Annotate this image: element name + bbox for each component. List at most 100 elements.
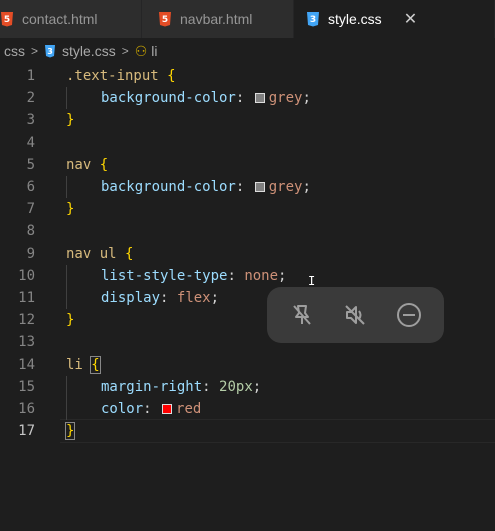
line-number: 17 (18, 423, 35, 440)
selector: .text-input (66, 68, 159, 85)
line-number: 1 (26, 68, 35, 85)
line-number: 9 (26, 245, 35, 262)
colon: : (202, 378, 211, 395)
code-line[interactable]: 17 } (0, 420, 495, 442)
brace: } (64, 422, 76, 441)
code-line[interactable]: 6 background-color: grey; (0, 176, 495, 199)
value: red (176, 401, 202, 418)
indent-guide (66, 264, 101, 287)
indent-guide (66, 287, 101, 310)
value: none (244, 267, 279, 284)
code-line[interactable]: 7 } (0, 198, 495, 220)
line-number: 4 (26, 134, 35, 151)
line-number: 13 (18, 334, 35, 351)
brace: { (90, 355, 101, 374)
code-line[interactable]: 10 list-style-type: none; (0, 264, 495, 287)
property: background-color (101, 179, 236, 196)
line-number: 16 (18, 401, 35, 418)
css3-icon: 3 (45, 45, 56, 58)
code-line[interactable]: 2 background-color: grey; (0, 87, 495, 110)
minus-circle-icon (397, 303, 422, 327)
indent-guide (66, 398, 101, 421)
colon: : (235, 179, 245, 196)
mute-icon (345, 305, 366, 325)
line-number: 10 (18, 267, 35, 284)
selector: nav ul (66, 245, 117, 262)
svg-text:3: 3 (310, 15, 316, 25)
mute-button[interactable] (335, 295, 375, 335)
colon: : (235, 90, 245, 107)
breadcrumb-separator: > (31, 44, 39, 58)
indent-guide (66, 87, 101, 110)
color-swatch[interactable] (254, 93, 265, 104)
brace: } (66, 112, 75, 129)
value: grey (268, 90, 303, 107)
property: list-style-type (101, 267, 228, 284)
code-line[interactable]: 3 } (0, 109, 495, 131)
semicolon: ; (278, 267, 287, 284)
svg-text:5: 5 (162, 15, 168, 25)
semicolon: ; (252, 378, 262, 395)
tab-bar: 5 contact.html 5 navbar.html 3 style.css… (0, 0, 495, 38)
property: color (101, 401, 144, 418)
svg-text:5: 5 (4, 15, 10, 25)
minimize-button[interactable] (389, 295, 429, 335)
code-line[interactable]: 4 (0, 132, 495, 154)
semicolon: ; (302, 179, 311, 196)
colon: : (160, 290, 169, 307)
breadcrumb-folder[interactable]: css (4, 43, 25, 59)
brace: { (99, 156, 109, 173)
tab-label: contact.html (22, 11, 98, 27)
breadcrumb-file[interactable]: style.css (62, 43, 116, 59)
html5-icon: 5 (1, 12, 13, 27)
tab-label: style.css (328, 11, 382, 27)
tab-label: navbar.html (180, 11, 253, 27)
line-number: 8 (26, 223, 35, 240)
line-number: 12 (18, 312, 35, 329)
value: grey (268, 179, 303, 196)
property: display (101, 290, 161, 307)
breadcrumb-separator: > (121, 44, 129, 58)
value: 20px (219, 378, 253, 395)
colon: : (143, 401, 152, 418)
tab-navbar-html[interactable]: 5 navbar.html (142, 0, 294, 38)
line-number: 3 (26, 112, 35, 129)
media-control-overlay (267, 287, 444, 343)
selector: nav (66, 156, 92, 173)
code-line[interactable]: 1 .text-input { (0, 65, 495, 87)
line-number: 15 (18, 378, 35, 395)
svg-text:3: 3 (47, 47, 53, 56)
color-swatch[interactable] (254, 182, 265, 193)
code-line[interactable]: 16 color: red (0, 398, 495, 421)
css3-icon: 3 (307, 12, 319, 27)
line-number: 7 (26, 201, 35, 218)
brace: { (125, 245, 134, 262)
brace: { (167, 68, 176, 85)
line-number: 6 (26, 179, 35, 196)
html5-icon: 5 (159, 12, 171, 27)
brace: } (66, 201, 75, 218)
code-line[interactable]: 8 (0, 220, 495, 242)
property: margin-right (101, 378, 203, 395)
line-number: 5 (26, 156, 35, 173)
code-line[interactable]: 9 nav ul { (0, 243, 495, 265)
tab-style-css[interactable]: 3 style.css ✕ (294, 0, 495, 38)
pin-off-button[interactable] (282, 295, 322, 335)
tab-contact-html[interactable]: 5 contact.html (0, 0, 142, 38)
line-number: 11 (18, 290, 35, 307)
code-line[interactable]: 5 nav { (0, 154, 495, 176)
value: flex (176, 290, 211, 307)
code-line[interactable]: 15 margin-right: 20px; (0, 375, 495, 398)
indent-guide (66, 176, 101, 199)
line-number: 2 (26, 90, 35, 107)
breadcrumb-symbol[interactable]: li (151, 43, 157, 59)
breadcrumb: css > 3 style.css > ⚇ li (0, 38, 495, 64)
color-swatch[interactable] (162, 404, 173, 415)
close-icon[interactable]: ✕ (404, 9, 417, 29)
code-line[interactable]: 14 li { (0, 354, 495, 376)
semicolon: ; (302, 90, 311, 107)
property: background-color (101, 90, 236, 107)
brace: } (66, 312, 75, 329)
symbol-rule-icon: ⚇ (134, 42, 148, 59)
line-number: 14 (18, 356, 35, 373)
